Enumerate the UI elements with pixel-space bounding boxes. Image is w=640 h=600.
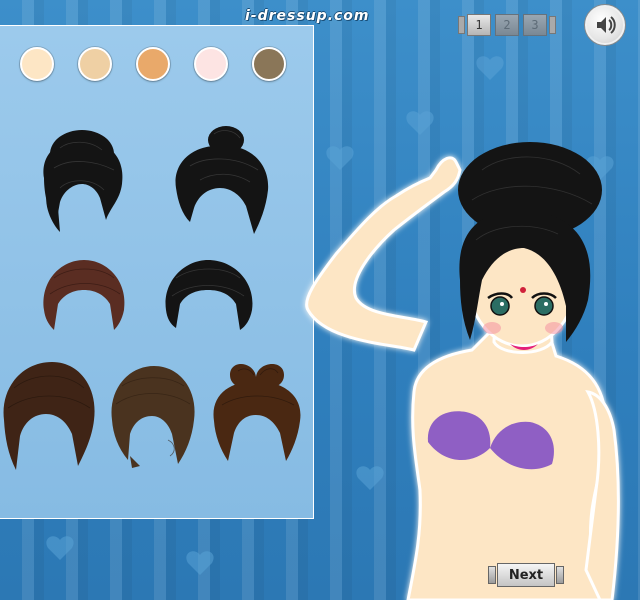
skin-swatch-5[interactable] — [252, 47, 286, 81]
speaker-icon — [597, 16, 616, 34]
site-logo: i-dressup.com — [245, 8, 370, 24]
hairstyle-black-top-bun[interactable] — [170, 122, 274, 240]
hairstyle-brown-swept[interactable] — [0, 358, 98, 474]
game-stage: i-dressup.com 1 2 3 Next — [0, 0, 640, 600]
skin-swatch-1[interactable] — [20, 47, 54, 81]
hairstyle-brown-braided[interactable] — [106, 360, 200, 468]
next-button-label: Next — [497, 563, 555, 587]
pager-right-cap — [549, 16, 556, 34]
skin-swatch-3[interactable] — [136, 47, 170, 81]
dress-up-model — [305, 142, 620, 600]
hairstyle-black-messy-bun[interactable] — [30, 128, 134, 240]
hairstyle-auburn-short[interactable] — [40, 254, 128, 332]
page-button-2[interactable]: 2 — [495, 14, 519, 36]
sound-toggle-button[interactable] — [585, 5, 625, 45]
next-button[interactable]: Next — [488, 563, 564, 587]
page-selector: 1 2 3 — [458, 13, 556, 37]
skin-swatch-2[interactable] — [78, 47, 112, 81]
hairstyle-black-short-bob[interactable] — [160, 256, 256, 332]
page-button-3[interactable]: 3 — [523, 14, 547, 36]
skin-swatch-4[interactable] — [194, 47, 228, 81]
next-button-left-cap — [488, 566, 496, 584]
hairstyle-brown-bow-bun[interactable] — [210, 355, 304, 467]
pager-left-cap — [458, 16, 465, 34]
page-button-1[interactable]: 1 — [467, 14, 491, 36]
next-button-right-cap — [556, 566, 564, 584]
